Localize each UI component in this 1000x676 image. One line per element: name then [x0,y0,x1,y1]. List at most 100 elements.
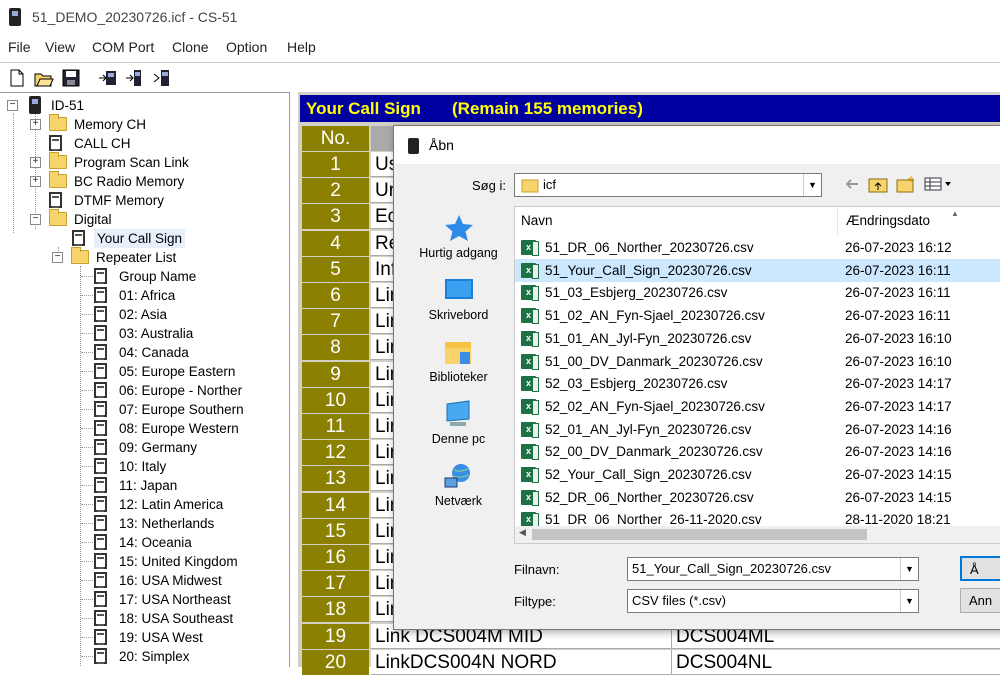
file-row[interactable]: x 51_02_AN_Fyn-Sjael_20230726.csv 26-07-20… [515,304,1000,327]
row-number[interactable]: 5 [302,256,369,282]
row-number[interactable]: 11 [302,414,369,439]
file-name: 51_03_Esbjerg_20230726.csv [545,285,728,301]
new-folder-icon[interactable] [896,175,916,196]
place-libraries[interactable]: Biblioteker [406,330,511,386]
cell-name[interactable]: LinkDCS004N NORD [371,649,671,675]
row-number[interactable]: 14 [302,492,369,518]
new-file-icon[interactable] [6,67,28,89]
column-no-header[interactable]: No. [302,126,369,151]
tree-label: 19: USA West [119,630,203,645]
menu-help[interactable]: Help [287,39,316,55]
place-network[interactable]: Netværk [406,454,511,510]
file-row[interactable]: x 52_00_DV_Danmark_20230726.csv 26-07-2023… [515,440,1000,463]
file-name: 51_02_AN_Fyn-Sjael_20230726.csv [545,308,765,324]
row-number[interactable]: 4 [302,230,369,256]
folder-icon [49,114,67,131]
tree-label: DTMF Memory [74,193,164,208]
filetype-select[interactable]: CSV files (*.csv) ▼ [627,589,919,613]
row-number[interactable]: 13 [302,466,369,492]
file-row[interactable]: x 51_00_DV_Danmark_20230726.csv 26-07-2023… [515,350,1000,373]
file-row[interactable]: x 52_03_Esbjerg_20230726.csv 26-07-2023 14… [515,372,1000,395]
horizontal-scrollbar[interactable]: ◀ [515,526,1000,543]
row-number[interactable]: 12 [302,440,369,466]
file-date: 26-07-2023 14:17 [845,376,952,392]
row-number[interactable]: 6 [302,283,369,308]
expand-icon[interactable]: + [30,119,41,130]
collapse-icon[interactable]: − [30,214,41,225]
scroll-left-icon[interactable]: ◀ [519,527,526,538]
row-number[interactable]: 15 [302,518,369,544]
chevron-down-icon[interactable]: ▼ [900,590,918,612]
clone-radio-icon[interactable] [151,67,173,89]
tree-label: 06: Europe - Norther [119,383,243,398]
document-icon [49,135,62,151]
chevron-down-icon[interactable]: ▼ [900,558,918,580]
row-number[interactable]: 18 [302,597,369,623]
expand-icon[interactable]: + [30,157,41,168]
file-date: 26-07-2023 16:11 [845,285,951,301]
menu-view[interactable]: View [45,39,75,55]
document-icon [94,629,107,645]
row-number[interactable]: 9 [302,361,369,387]
file-row[interactable]: x 51_01_AN_Jyl-Fyn_20230726.csv 26-07-2023… [515,327,1000,350]
up-folder-icon[interactable] [868,175,888,196]
folder-icon [49,171,67,188]
write-to-radio-icon[interactable] [124,67,146,89]
open-button[interactable]: Å [960,556,1000,581]
collapse-icon[interactable]: − [7,100,18,111]
excel-csv-icon: x [521,489,539,506]
tree-label: Group Name [119,269,197,284]
collapse-icon[interactable]: − [52,252,63,263]
file-row[interactable]: x 52_Your_Call_Sign_20230726.csv 26-07-202… [515,463,1000,486]
row-number[interactable]: 10 [302,387,369,413]
row-number[interactable]: 17 [302,571,369,597]
place-quick-access[interactable]: Hurtig adgang [406,206,511,262]
file-row[interactable]: x 52_01_AN_Jyl-Fyn_20230726.csv 26-07-2023… [515,418,1000,441]
row-number[interactable]: 2 [302,178,369,204]
file-date: 26-07-2023 14:15 [845,489,952,505]
row-number[interactable]: 7 [302,309,369,335]
column-header-name[interactable]: Navn [515,207,838,235]
file-row[interactable]: x 51_03_Esbjerg_20230726.csv 26-07-2023 16… [515,281,1000,304]
place-desktop[interactable]: Skrivebord [406,268,511,324]
back-arrow-icon[interactable] [844,176,860,195]
menu-clone[interactable]: Clone [172,39,209,55]
libraries-folder-icon [445,342,471,364]
view-menu-icon[interactable] [924,176,952,195]
document-icon [94,572,107,588]
chevron-down-icon[interactable]: ▼ [803,174,821,196]
tree-label: Program Scan Link [74,155,189,170]
menu-file[interactable]: File [8,39,31,55]
filename-field[interactable]: 51_Your_Call_Sign_20230726.csv ▼ [627,557,919,581]
read-from-radio-icon[interactable] [97,67,119,89]
row-number[interactable]: 1 [302,152,369,177]
file-row[interactable]: x 51_DR_06_Norther_20230726.csv 26-07-2023… [515,236,1000,259]
file-row[interactable]: x 51_Your_Call_Sign_20230726.csv 26-07-202… [515,258,1000,282]
tree-label: CALL CH [74,136,131,151]
file-name: 51_DR_06_Norther_20230726.csv [545,240,754,255]
tree-label: 16: USA Midwest [119,573,222,588]
row-number[interactable]: 19 [302,623,369,649]
menu-option[interactable]: Option [226,39,267,55]
file-row[interactable]: x 52_02_AN_Fyn-Sjael_20230726.csv 26-07-20… [515,395,1000,418]
open-folder-icon[interactable] [33,67,55,89]
radio-icon [29,96,41,114]
row-number[interactable]: 8 [302,335,369,361]
tree-label: 01: Africa [119,288,176,303]
open-file-dialog: Åbn Søg i: icf ▼ Hurtig adgang Skrivebor… [393,125,1000,630]
look-in-combo[interactable]: icf ▼ [514,173,822,197]
row-number[interactable]: 3 [302,204,369,230]
menu-com-port[interactable]: COM Port [92,39,154,55]
column-header-date[interactable]: Ændringsdato [838,207,1000,235]
row-number[interactable]: 20 [302,649,369,675]
expand-icon[interactable]: + [30,176,41,187]
cancel-button[interactable]: Ann [960,588,1000,613]
place-this-pc[interactable]: Denne pc [406,392,511,448]
save-icon[interactable] [60,67,82,89]
row-number[interactable]: 16 [302,545,369,570]
document-icon [94,325,107,341]
file-row[interactable]: x 52_DR_06_Norther_20230726.csv 26-07-2023… [515,486,1000,509]
cell-callsign[interactable]: DCS004NL [671,649,1000,675]
scrollbar-thumb[interactable] [532,529,867,540]
grid-row[interactable]: 20 LinkDCS004N NORD DCS004NL [300,649,1000,676]
